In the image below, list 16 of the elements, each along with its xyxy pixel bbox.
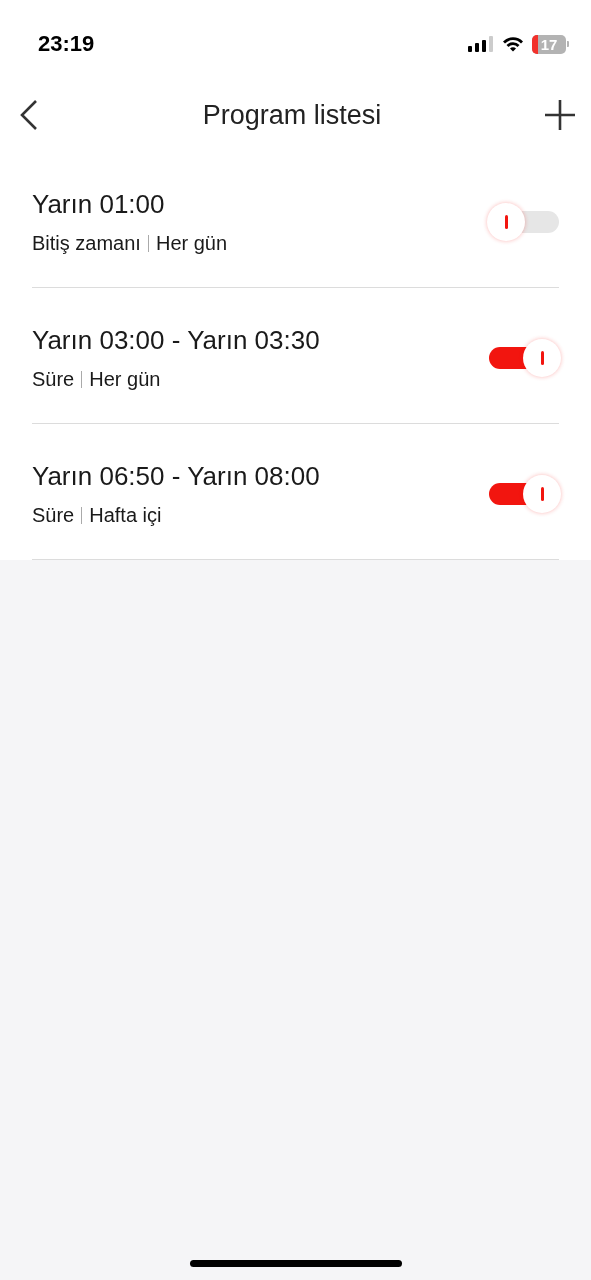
program-mode: Süre	[32, 367, 75, 391]
add-button[interactable]	[544, 99, 576, 131]
wifi-icon	[502, 36, 524, 52]
program-time: Yarın 06:50 - Yarın 08:00	[32, 460, 321, 492]
program-repeat: Her gün	[155, 231, 228, 255]
program-mode: Süre	[32, 503, 75, 527]
signal-icon	[468, 36, 494, 52]
status-time: 23:19	[38, 31, 96, 57]
program-repeat: Hafta içi	[89, 503, 162, 527]
back-button[interactable]	[18, 99, 40, 131]
page-title: Program listesi	[202, 99, 382, 131]
program-time: Yarın 01:00	[32, 188, 166, 220]
program-time: Yarın 03:00 - Yarın 03:30	[32, 324, 321, 356]
battery-icon: 17	[532, 34, 569, 54]
program-mode: Bitiş zamanı	[32, 231, 141, 255]
program-repeat: Her gün	[89, 367, 161, 391]
